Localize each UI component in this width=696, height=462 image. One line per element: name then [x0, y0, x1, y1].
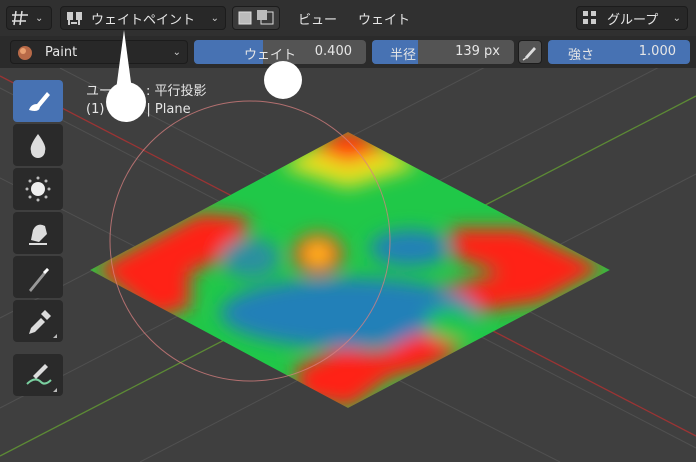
brush-icon: [29, 92, 50, 111]
eyedropper-icon: [29, 310, 57, 338]
weight-plane: [90, 132, 610, 408]
editor-header: ⌄ ウェイトペイント ⌄ ビュー ウェイト グループ ⌄: [0, 0, 696, 36]
pressure-radius-toggle[interactable]: [518, 40, 542, 64]
strength-value: 1.000: [638, 44, 676, 59]
draw-brush-tool[interactable]: [13, 80, 63, 122]
menu-weight[interactable]: ウェイト: [358, 9, 410, 28]
gradient-icon: [29, 268, 49, 292]
menu-view[interactable]: ビュー: [298, 9, 337, 28]
viewport-canvas: [0, 68, 696, 462]
vertex-group-selector[interactable]: グループ ⌄: [576, 6, 688, 30]
editor-type-button[interactable]: ⌄: [6, 6, 52, 30]
xray-icon: [238, 10, 274, 25]
smear-icon: [29, 224, 47, 245]
mode-selector[interactable]: ウェイトペイント ⌄: [60, 6, 226, 30]
weight-label: ウェイト: [244, 48, 297, 63]
tool-settings-bar: Paint ⌄ ウェイト 0.400 半径 139 px 強さ 1.000: [0, 36, 696, 68]
chevron-down-icon: ⌄: [172, 46, 181, 58]
brush-selector[interactable]: Paint ⌄: [10, 40, 188, 64]
drop-icon: [30, 134, 46, 158]
annotate-pen-icon: [26, 364, 57, 392]
group-label: グループ: [607, 12, 659, 28]
brush-name: Paint: [45, 44, 78, 60]
average-icon: [25, 176, 51, 202]
gradient-tool[interactable]: [13, 256, 63, 298]
view-label: ユー: 平行投影: [86, 84, 207, 99]
blur-tool[interactable]: [13, 124, 63, 166]
weight-slider[interactable]: ウェイト 0.400: [194, 40, 366, 64]
pen-pressure-icon: [522, 47, 536, 61]
sample-weight-tool[interactable]: [13, 300, 63, 342]
radius-slider[interactable]: 半径 139 px: [372, 40, 514, 64]
chevron-down-icon: ⌄: [210, 12, 219, 24]
chevron-down-icon: ⌄: [672, 12, 681, 24]
grid-icon: [12, 10, 28, 26]
annotate-tool[interactable]: [13, 354, 63, 396]
chevron-down-icon: ⌄: [35, 12, 44, 24]
average-tool[interactable]: [13, 168, 63, 210]
object-label: (1) | Plane: [86, 102, 191, 117]
vertex-groups-icon: [583, 11, 596, 24]
strength-label: 強さ: [568, 48, 595, 63]
weight-paint-mode-icon: [67, 12, 82, 25]
radius-value: 139 px: [455, 44, 500, 59]
3d-viewport[interactable]: ユー: 平行投影 (1) | Plane: [0, 68, 696, 462]
mode-label: ウェイトペイント: [91, 12, 196, 28]
strength-slider[interactable]: 強さ 1.000: [548, 40, 690, 64]
xray-toggle[interactable]: [232, 6, 280, 30]
weight-value: 0.400: [314, 44, 352, 59]
radius-label: 半径: [390, 48, 417, 63]
smear-tool[interactable]: [13, 212, 63, 254]
brush-preview-icon: [18, 46, 32, 60]
